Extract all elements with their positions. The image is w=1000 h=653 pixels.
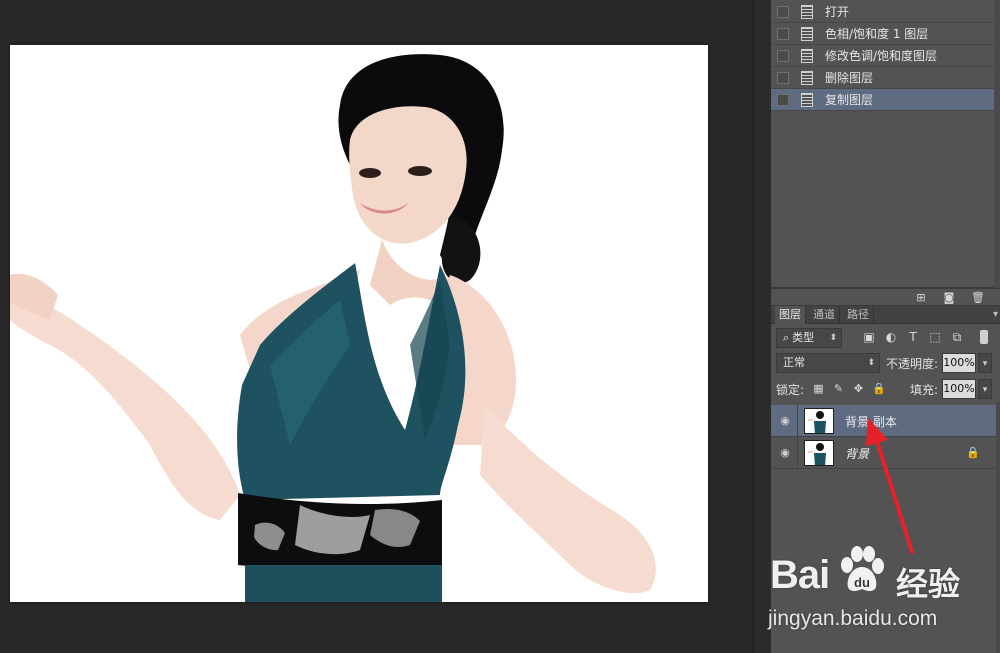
- history-item[interactable]: 修改色调/饱和度图层: [771, 45, 994, 67]
- history-state-icon: [801, 26, 813, 41]
- eye-icon[interactable]: ◉: [778, 446, 792, 460]
- layers-scrollbar[interactable]: [996, 402, 1000, 653]
- tab-layers[interactable]: 图层: [775, 306, 806, 324]
- layer-filter-row: ⌕ 类型 ⬍ ▣ ◐ T ⬚ ⧉: [776, 328, 996, 348]
- chevron-updown-icon: ⬍: [867, 358, 875, 368]
- opacity-dropdown-arrow[interactable]: ▾: [978, 353, 992, 373]
- history-item[interactable]: 删除图层: [771, 67, 994, 89]
- opacity-input[interactable]: 100%: [942, 353, 976, 373]
- layer-row[interactable]: ◉ 背景 副本: [771, 405, 996, 437]
- divider: [797, 437, 798, 469]
- fill-label: 填充:: [910, 383, 939, 397]
- paw-logo-icon: du: [841, 546, 884, 591]
- lock-label: 锁定:: [776, 383, 805, 397]
- lock-icon: 🔒: [966, 446, 980, 459]
- history-item-active[interactable]: 复制图层: [771, 89, 994, 111]
- layer-thumbnail[interactable]: [804, 408, 834, 434]
- lock-all-icon[interactable]: 🔒: [872, 382, 886, 395]
- history-item-label: 色相/饱和度 1 图层: [825, 27, 929, 41]
- history-brush-source-checkbox[interactable]: [777, 71, 789, 84]
- panel-menu-icon[interactable]: ▾: [993, 309, 998, 320]
- history-brush-source-checkbox[interactable]: [777, 5, 789, 18]
- layer-name[interactable]: 背景: [845, 445, 869, 462]
- layer-name[interactable]: 背景 副本: [845, 413, 897, 430]
- watermark-brand-right: 经验: [896, 565, 961, 603]
- history-state-icon: [801, 92, 813, 107]
- adjustment-filter-icon[interactable]: ◐: [884, 330, 898, 344]
- document-canvas[interactable]: [10, 45, 708, 602]
- lock-fill-row: 锁定: ▦ ✎ ✥ 🔒 填充: 100% ▾: [776, 379, 996, 399]
- layer-row[interactable]: ◉ 背景 🔒: [771, 437, 996, 469]
- watermark-url: jingyan.baidu.com: [768, 607, 938, 630]
- history-state-icon: [801, 70, 813, 85]
- filter-toggle-switch[interactable]: [980, 330, 988, 344]
- layer-kind-filter-select[interactable]: ⌕ 类型 ⬍: [776, 328, 842, 348]
- layer-thumbnail[interactable]: [804, 440, 834, 466]
- layer-thumbnail-image: [805, 409, 833, 433]
- baidu-jingyan-watermark: Bai du 经验 jingyan.baidu.com: [760, 545, 995, 645]
- canvas-workspace[interactable]: [0, 0, 753, 653]
- layer-kind-label: 类型: [792, 331, 815, 344]
- history-scrollbar[interactable]: [994, 0, 1000, 288]
- history-panel: 打开 色相/饱和度 1 图层 修改色调/饱和度图层 删除图层 复制图层: [771, 0, 1000, 288]
- new-snapshot-icon[interactable]: ⊞: [915, 292, 927, 303]
- history-brush-source-checkbox[interactable]: [777, 49, 789, 62]
- tab-paths[interactable]: 路径: [843, 306, 874, 324]
- history-item[interactable]: 色相/饱和度 1 图层: [771, 23, 994, 45]
- history-item-label: 修改色调/饱和度图层: [825, 49, 938, 63]
- history-state-icon: [801, 4, 813, 19]
- portrait-photo: [10, 45, 708, 602]
- fill-dropdown-arrow[interactable]: ▾: [978, 379, 992, 399]
- divider: [797, 405, 798, 437]
- history-item-label: 删除图层: [825, 71, 874, 85]
- history-footer-toolbar: ⊞ ◙ 🗑: [771, 288, 1000, 306]
- history-state-icon: [801, 48, 813, 63]
- layer-thumbnail-image: [805, 441, 833, 465]
- watermark-brand-left: Bai: [770, 553, 830, 597]
- search-icon: ⌕: [783, 331, 790, 344]
- blend-mode-select[interactable]: 正常 ⬍: [776, 353, 880, 373]
- history-item-label: 复制图层: [825, 93, 874, 107]
- history-item-label: 打开: [825, 5, 850, 19]
- lock-pixels-icon[interactable]: ✎: [832, 382, 845, 395]
- opacity-label: 不透明度:: [886, 357, 939, 371]
- chevron-updown-icon: ⬍: [829, 333, 837, 343]
- eye-icon[interactable]: ◉: [778, 414, 792, 428]
- lock-transparent-icon[interactable]: ▦: [812, 382, 825, 395]
- smart-object-filter-icon[interactable]: ⧉: [950, 330, 964, 344]
- history-brush-source-checkbox[interactable]: [777, 93, 789, 106]
- lock-position-icon[interactable]: ✥: [852, 382, 865, 395]
- blend-mode-value: 正常: [783, 356, 805, 369]
- image-filter-icon[interactable]: ▣: [862, 330, 876, 344]
- type-filter-icon[interactable]: T: [906, 330, 920, 344]
- shape-filter-icon[interactable]: ⬚: [928, 330, 942, 344]
- svg-text:du: du: [854, 575, 870, 590]
- tab-channels[interactable]: 通道: [809, 306, 840, 324]
- history-item[interactable]: 打开: [771, 1, 994, 23]
- blend-opacity-row: 正常 ⬍ 不透明度: 100% ▾: [776, 353, 996, 373]
- camera-icon[interactable]: ◙: [943, 292, 955, 303]
- layers-panel-tabs: 图层 通道 路径 ▾: [771, 306, 1000, 324]
- fill-input[interactable]: 100%: [942, 379, 976, 399]
- history-brush-source-checkbox[interactable]: [777, 27, 789, 40]
- trash-icon[interactable]: 🗑: [971, 292, 985, 303]
